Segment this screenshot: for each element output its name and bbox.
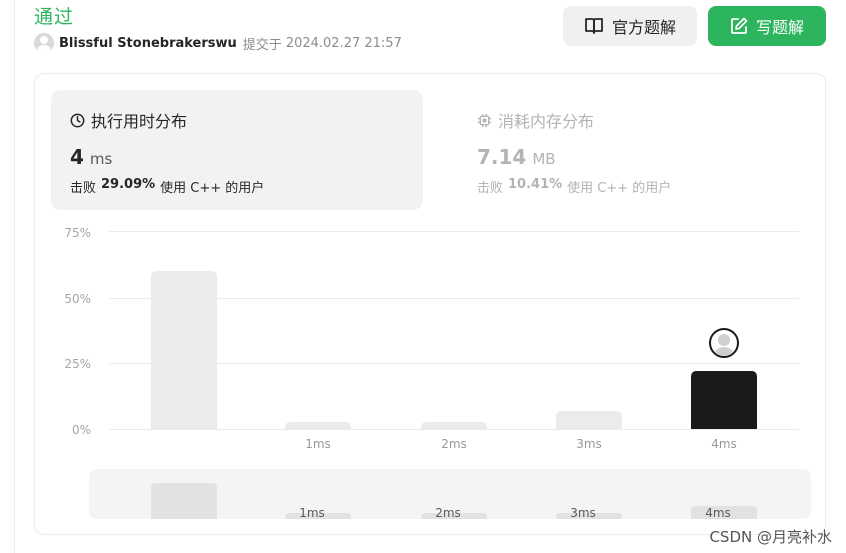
y-tick-label: 75% bbox=[64, 226, 91, 240]
x-tick-label: 3ms bbox=[576, 437, 602, 451]
bar[interactable] bbox=[421, 422, 487, 429]
memory-tab[interactable]: 消耗内存分布 7.14 MB 击败 10.41% 使用 C++ 的用户 bbox=[458, 90, 818, 210]
memory-beat-row: 击败 10.41% 使用 C++ 的用户 bbox=[477, 177, 671, 196]
runtime-beat-suffix: 使用 C++ 的用户 bbox=[160, 181, 265, 196]
watermark: CSDN @月亮补水 bbox=[709, 528, 832, 546]
user-name-link[interactable]: Blissful Stonebrakerswu bbox=[59, 36, 237, 51]
memory-beat-suffix: 使用 C++ 的用户 bbox=[567, 181, 672, 196]
stats-card: 执行用时分布 4 ms 击败 29.09% 使用 C++ 的用户 消耗内存分布 … bbox=[34, 73, 826, 535]
brush-label: 3ms bbox=[570, 506, 596, 519]
submit-label: 提交于 bbox=[242, 37, 282, 53]
edit-icon bbox=[731, 17, 748, 34]
result-status: 通过 bbox=[34, 6, 75, 28]
x-tick-label: 2ms bbox=[441, 437, 467, 451]
brush-label: 1ms bbox=[299, 506, 325, 519]
submission-info: Blissful Stonebrakerswu 提交于 2024.02.27 2… bbox=[34, 33, 402, 53]
submit-time: 2024.02.27 21:57 bbox=[285, 35, 402, 51]
y-tick-label: 25% bbox=[64, 357, 91, 371]
memory-title-text: 消耗内存分布 bbox=[498, 112, 595, 131]
official-solution-label: 官方题解 bbox=[611, 18, 676, 37]
my-position-avatar bbox=[709, 328, 739, 358]
runtime-beat-pct: 29.09% bbox=[101, 177, 156, 192]
clock-icon bbox=[70, 113, 85, 127]
y-tick-label: 50% bbox=[64, 292, 91, 306]
runtime-beat-prefix: 击败 bbox=[70, 181, 97, 196]
x-tick-label: 4ms bbox=[711, 437, 737, 451]
runtime-unit: ms bbox=[89, 150, 113, 168]
runtime-tab[interactable]: 执行用时分布 4 ms 击败 29.09% 使用 C++ 的用户 bbox=[51, 90, 423, 210]
memory-title: 消耗内存分布 bbox=[477, 108, 594, 132]
memory-unit: MB bbox=[532, 150, 556, 168]
bar[interactable] bbox=[151, 271, 217, 429]
memory-beat-pct: 10.41% bbox=[508, 177, 563, 192]
brush-label: 4ms bbox=[705, 506, 731, 519]
mini-bar bbox=[151, 483, 217, 519]
write-solution-label: 写题解 bbox=[755, 18, 804, 37]
user-avatar[interactable] bbox=[34, 33, 54, 53]
range-brush[interactable]: 1ms 2ms 3ms 4ms bbox=[89, 469, 811, 519]
runtime-value-row: 4 ms bbox=[70, 145, 112, 169]
memory-value: 7.14 bbox=[477, 145, 527, 169]
memory-beat-prefix: 击败 bbox=[477, 181, 504, 196]
runtime-title-text: 执行用时分布 bbox=[91, 112, 188, 131]
write-solution-button[interactable]: 写题解 bbox=[708, 6, 826, 46]
chip-icon bbox=[477, 113, 492, 127]
memory-value-row: 7.14 MB bbox=[477, 145, 556, 169]
bar[interactable] bbox=[285, 422, 351, 429]
runtime-value: 4 bbox=[70, 145, 84, 169]
official-solution-button[interactable]: 官方题解 bbox=[563, 6, 697, 46]
bar-highlight[interactable] bbox=[691, 371, 757, 429]
grid-line bbox=[109, 231, 799, 232]
brush-label: 2ms bbox=[435, 506, 461, 519]
y-tick-label: 0% bbox=[71, 423, 91, 437]
book-icon bbox=[585, 18, 603, 34]
bar[interactable] bbox=[556, 411, 622, 429]
left-divider bbox=[14, 0, 15, 553]
x-tick-label: 1ms bbox=[305, 437, 331, 451]
runtime-beat-row: 击败 29.09% 使用 C++ 的用户 bbox=[70, 177, 264, 196]
baseline bbox=[109, 429, 799, 430]
runtime-title: 执行用时分布 bbox=[70, 108, 187, 132]
